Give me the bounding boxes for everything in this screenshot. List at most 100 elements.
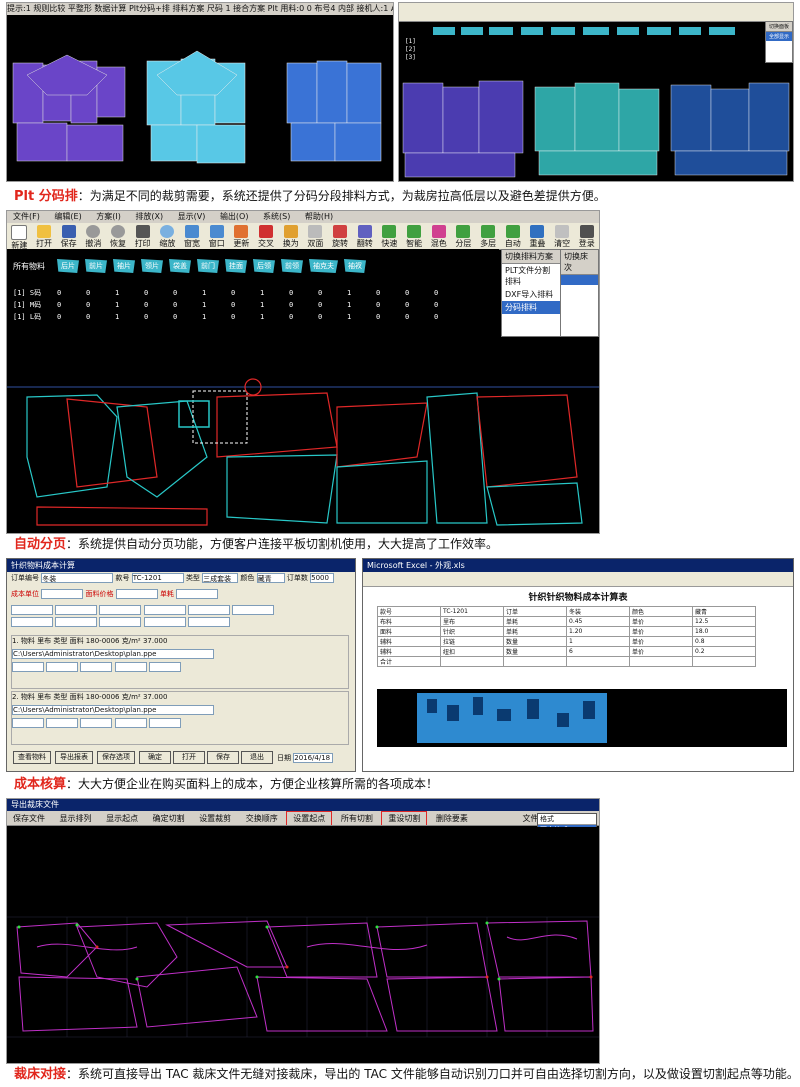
size-count-cell[interactable]: 1 [202,311,231,323]
exit-button[interactable]: 退出 [241,751,273,764]
size-count-cell[interactable]: 1 [347,287,376,299]
size-count-cell[interactable]: 1 [202,287,231,299]
tab-piece-3[interactable]: 袖片 [113,259,135,273]
export-report-button[interactable]: 导出报表 [55,751,93,764]
sheet-cell[interactable]: 6 [566,646,630,657]
sheet-cell[interactable]: 纽扣 [440,646,504,657]
toolbar-fast-button[interactable]: 快速 [377,223,402,249]
size-count-cell[interactable]: 0 [173,299,202,311]
size-count-cell[interactable]: 1 [260,311,289,323]
toolbar-rotate-button[interactable]: 旋转 [328,223,353,249]
menu-system[interactable]: 系统(S) [257,211,296,223]
size-count-cell[interactable]: 0 [144,299,173,311]
switch-panel-item-all[interactable]: 全部显示 [766,32,792,41]
switch-panel[interactable]: 切换面板 全部显示 [765,21,793,63]
toolbar-window-button[interactable]: 窗口 [204,223,229,249]
size-count-cell[interactable]: 1 [115,311,144,323]
size-count-cell[interactable]: 1 [115,287,144,299]
size-count-cell[interactable]: 0 [318,287,347,299]
size-count-cell[interactable]: 1 [202,299,231,311]
size-count-cell[interactable]: 0 [376,299,405,311]
sheet-cell[interactable]: 0.45 [566,616,630,627]
cutting-bed-item[interactable] [561,275,598,285]
sheet-cell[interactable]: 单价 [629,636,693,647]
sheet-cell[interactable]: 面料 [377,626,441,637]
block1-field-d[interactable] [114,662,147,672]
size-count-cell[interactable]: 0 [434,311,463,323]
sheet-cell[interactable]: TC-1201 [440,606,504,617]
size-count-cell[interactable]: 0 [86,311,115,323]
size-count-cell[interactable]: 0 [231,299,260,311]
sheet-cell[interactable]: 颜色 [629,606,693,617]
block2-field-b[interactable] [46,718,79,728]
toolbar-overlap-button[interactable]: 重叠 [525,223,550,249]
date-field[interactable]: 2016/4/18 [293,753,334,763]
size-count-cell[interactable]: 0 [376,311,405,323]
toolbar-open-button[interactable]: 打开 [32,223,57,249]
sheet-cell[interactable]: 单耗 [503,626,567,637]
sheet-cell[interactable]: 订单 [503,606,567,617]
size-count-cell[interactable]: 0 [86,299,115,311]
param-field-2[interactable] [55,605,98,615]
sheet-cell[interactable]: 合计 [377,656,441,667]
toolbar-auto-button[interactable]: 自动 [500,223,525,249]
tac-delete-element-button[interactable]: 删除要素 [430,812,474,825]
sheet-cell[interactable]: 藏青 [692,606,756,617]
sheet-cell[interactable]: 单耗 [503,616,567,627]
size-count-cell[interactable]: 0 [231,287,260,299]
param-field-8[interactable] [55,617,98,627]
tab-piece-6[interactable]: 前门 [197,259,219,273]
param-field-1[interactable] [11,605,53,615]
menu-help[interactable]: 帮助(H) [299,211,339,223]
param-field-7[interactable] [11,617,53,627]
block1-field-a[interactable] [12,662,44,672]
toolbar-double-button[interactable]: 双面 [303,223,328,249]
tac-set-start-button[interactable]: 设置起点 [286,811,333,825]
confirm-button[interactable]: 确定 [139,751,171,764]
view-material-button[interactable]: 查看物料 [13,751,51,764]
tac-all-cut-button[interactable]: 所有切割 [335,812,379,825]
block1-field-b[interactable] [46,662,79,672]
tac-confirm-cut-button[interactable]: 确定切割 [147,812,191,825]
tab-piece-2[interactable]: 前片 [85,259,107,273]
sheet-cell[interactable]: 单价 [629,646,693,657]
tab-piece-4[interactable]: 领片 [141,259,163,273]
param-field-11[interactable] [187,617,230,627]
param-field-5[interactable] [187,605,230,615]
color-select[interactable]: 藏青 [256,573,285,583]
param-field-3[interactable] [99,605,142,615]
toolbar-redo-button[interactable]: 恢复 [106,223,131,249]
tac-swap-order-button[interactable]: 交换顺序 [240,812,284,825]
marker-plan-item-plt[interactable]: PLT文件分割排料 [502,264,560,288]
menu-output[interactable]: 输出(O) [214,211,255,223]
tab-piece-11[interactable]: 袖衩 [344,259,366,273]
toolbar-mix-color-button[interactable]: 混色 [426,223,451,249]
tac-show-start-button[interactable]: 显示起点 [100,812,144,825]
yield-field[interactable] [176,589,219,599]
size-count-cell[interactable]: 0 [434,299,463,311]
cost-unit-field[interactable] [41,589,84,599]
size-count-cell[interactable]: 1 [347,311,376,323]
block2-field-c[interactable] [80,718,113,728]
sheet-cell[interactable]: 拉链 [440,636,504,647]
file-path-field-2[interactable]: C:\Users\Administrator\Desktop\plan.ppe [12,705,214,715]
toolbar-refresh-button[interactable]: 更新 [229,223,254,249]
sheet-cell[interactable] [566,656,630,667]
sheet-cell[interactable]: 12.5 [692,616,756,627]
tab-piece-5[interactable]: 袋盖 [169,259,191,273]
size-count-cell[interactable]: 0 [376,287,405,299]
toolbar-swap-button[interactable]: 换为 [278,223,303,249]
open-button[interactable]: 打开 [173,751,205,764]
sheet-cell[interactable]: 0.2 [692,646,756,657]
size-count-cell[interactable]: 0 [434,287,463,299]
size-count-cell[interactable]: 1 [260,287,289,299]
order-field[interactable]: 冬装 [41,573,114,583]
size-count-cell[interactable]: 0 [173,311,202,323]
size-count-cell[interactable]: 0 [57,287,86,299]
size-count-cell[interactable]: 0 [86,287,115,299]
size-count-cell[interactable]: 0 [318,311,347,323]
sheet-cell[interactable]: 单价 [629,626,693,637]
toolbar-clear-button[interactable]: 清空 [550,223,575,249]
size-count-cell[interactable]: 0 [289,311,318,323]
sheet-cell[interactable]: 款号 [377,606,441,617]
